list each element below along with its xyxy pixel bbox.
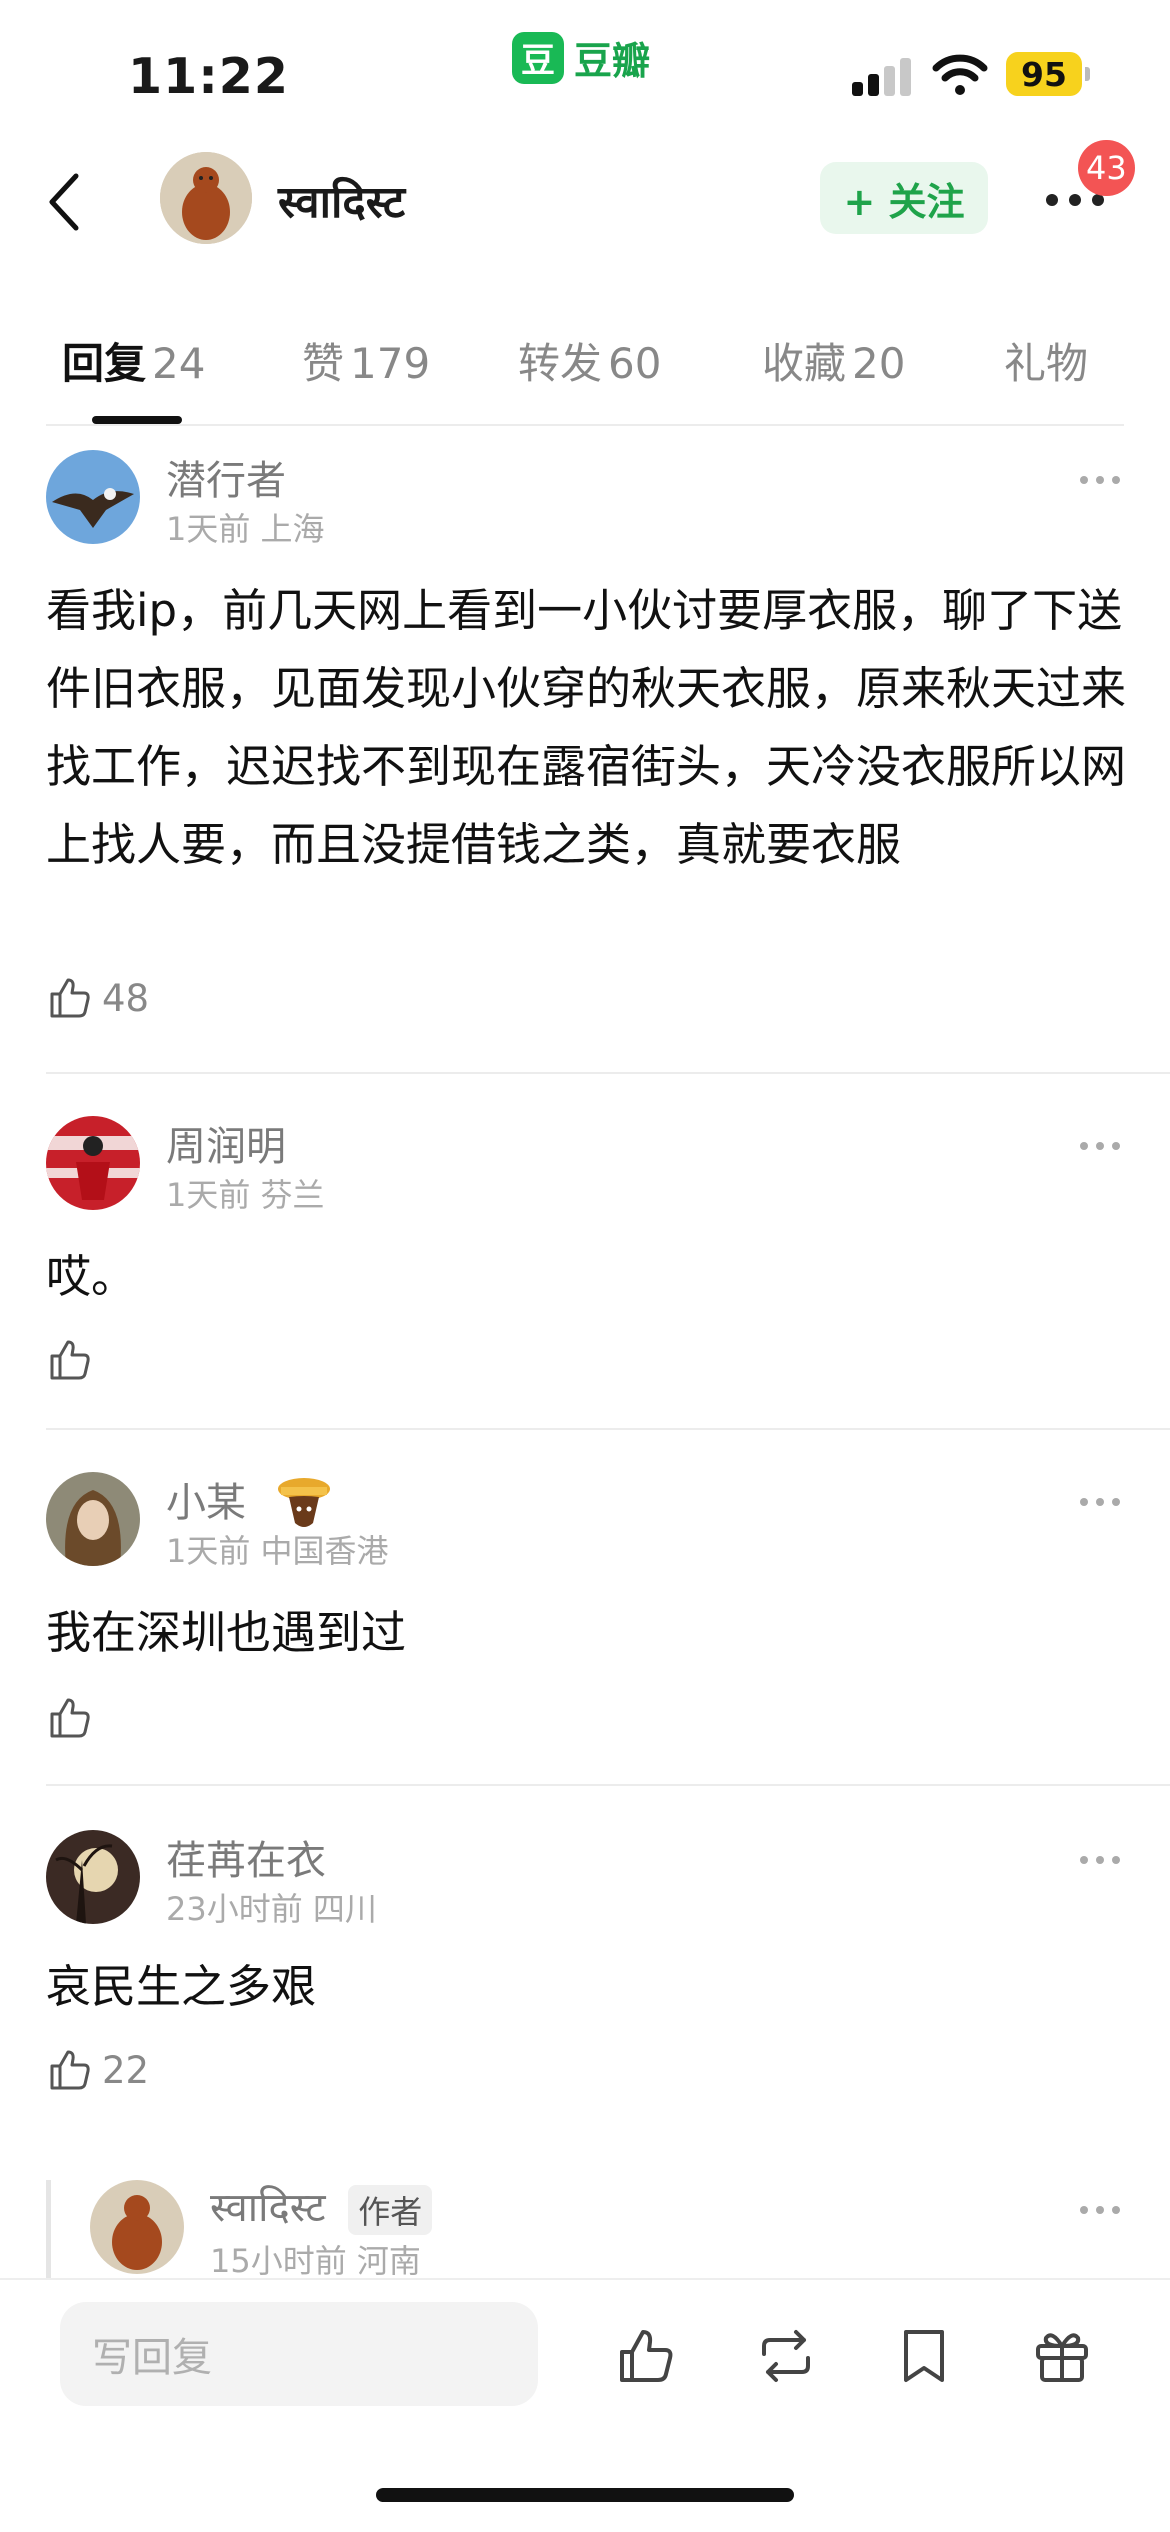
like-button[interactable]: 22 (46, 2046, 149, 2094)
thumbs-up-icon (50, 1340, 90, 1380)
comment-meta: 1天前 中国香港 (166, 1532, 389, 1570)
commenter-avatar[interactable] (46, 1830, 140, 1924)
comment-meta: 23小时前 四川 (166, 1890, 377, 1928)
notification-badge: 43 (1078, 140, 1135, 196)
reply-thread-line (46, 2180, 51, 2280)
commenter-name[interactable]: 周润明 (166, 1114, 286, 1172)
gift-icon[interactable] (1030, 2324, 1094, 2388)
activity-tabs: 回复 24 赞 179 转发 60 收藏 20 礼物 (0, 300, 1170, 424)
bottom-action-bar: 写回复 (0, 2278, 1170, 2532)
tab-label: 礼物 (1004, 339, 1089, 388)
like-button[interactable]: 48 (46, 974, 149, 1022)
comment-text: 哎。 (46, 1250, 137, 1303)
tab-likes[interactable]: 赞 179 (302, 330, 430, 391)
commenter-name[interactable]: 潜行者 (166, 448, 286, 506)
comment-meta: 1天前 芬兰 (166, 1176, 325, 1214)
tab-label: 转发 (518, 339, 603, 388)
app-name: 豆瓣 (574, 39, 651, 83)
divider (46, 1428, 1170, 1430)
comment-meta: 1天前 上海 (166, 510, 325, 548)
status-time: 11:22 (128, 48, 289, 105)
thumbs-up-icon (50, 2050, 90, 2090)
back-arrow-icon[interactable] (44, 170, 84, 234)
home-indicator[interactable] (376, 2488, 794, 2502)
cellular-signal-icon (852, 56, 914, 96)
tab-replies[interactable]: 回复 24 (62, 330, 205, 391)
tab-reposts[interactable]: 转发 60 (518, 330, 661, 391)
follow-button[interactable]: + 关注 (820, 162, 988, 234)
like-button[interactable] (46, 1336, 94, 1384)
status-bar: 11:22 豆 豆瓣 95 (0, 0, 1170, 120)
tab-count: 24 (152, 339, 206, 388)
app-indicator[interactable]: 豆 豆瓣 (512, 30, 650, 85)
comment-text: 哀民生之多艰 (46, 1960, 317, 2013)
comment-more-icon[interactable] (1076, 1492, 1124, 1512)
active-tab-indicator (92, 416, 182, 424)
comment-more-icon[interactable] (1076, 2200, 1124, 2220)
comment-more-icon[interactable] (1076, 1850, 1124, 1870)
repost-icon[interactable] (754, 2324, 818, 2388)
commenter-name[interactable]: 荏苒在衣 (166, 1828, 326, 1886)
commenter-avatar[interactable] (46, 1472, 140, 1566)
tab-count: 179 (350, 339, 431, 388)
profile-username[interactable]: स्वादिस्ट (278, 170, 405, 230)
like-count: 48 (102, 976, 150, 1020)
comment-meta: 15小时前 河南 (210, 2242, 421, 2280)
battery-indicator: 95 (1006, 52, 1090, 96)
like-button[interactable] (46, 1694, 94, 1742)
divider (46, 1784, 1170, 1786)
tab-label: 赞 (302, 339, 345, 388)
reply-input[interactable]: 写回复 (60, 2302, 538, 2406)
commenter-name-text: 小某 (166, 1480, 246, 1526)
like-icon[interactable] (614, 2324, 678, 2388)
bookmark-icon[interactable] (892, 2324, 956, 2388)
comment-more-icon[interactable] (1076, 470, 1124, 490)
wifi-icon (932, 54, 988, 95)
tab-label: 回复 (62, 339, 147, 388)
nav-header: स्वादिस्ट + 关注 43 (0, 140, 1170, 260)
commenter-avatar[interactable] (46, 1116, 140, 1210)
comment-text: 看我ip，前几天网上看到一小伙讨要厚衣服，聊了下送件旧衣服，见面发现小伙穿的秋天… (46, 584, 1127, 871)
tab-label: 收藏 (762, 339, 847, 388)
thumbs-up-icon (50, 1698, 90, 1738)
thumbs-up-icon (50, 978, 90, 1018)
commenter-avatar[interactable] (90, 2180, 184, 2274)
commenter-name-text: स्वादिस्ट (210, 2185, 326, 2231)
commenter-name[interactable]: स्वादिस्ट 作者 (210, 2178, 433, 2235)
comment-text: 我在深圳也遇到过 (46, 1606, 407, 1659)
divider (46, 424, 1124, 426)
tab-count: 20 (852, 339, 906, 388)
tab-gifts[interactable]: 礼物 (1004, 330, 1088, 391)
comment-more-icon[interactable] (1076, 1136, 1124, 1156)
user-avatar[interactable] (160, 152, 252, 244)
battery-level: 95 (1006, 52, 1082, 96)
tab-collections[interactable]: 收藏 20 (762, 330, 905, 391)
commenter-avatar[interactable] (46, 450, 140, 544)
like-count: 22 (102, 2048, 150, 2092)
divider (46, 1072, 1170, 1074)
douban-logo-icon: 豆 (512, 31, 564, 84)
tab-count: 60 (608, 339, 662, 388)
author-badge: 作者 (348, 2185, 433, 2235)
